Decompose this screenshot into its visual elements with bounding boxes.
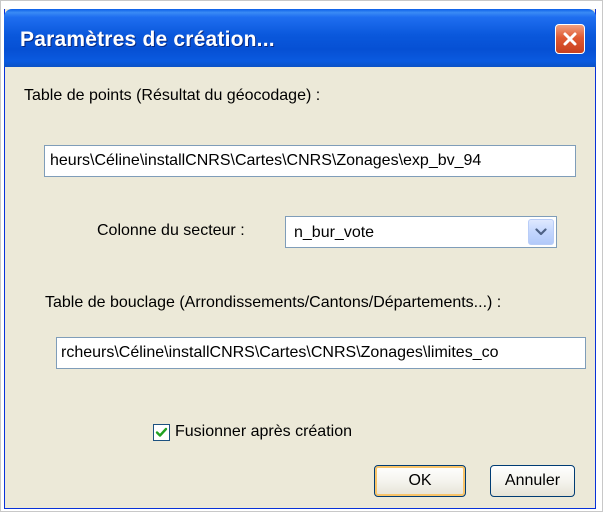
close-button[interactable] (555, 24, 585, 54)
sector-column-label: Colonne du secteur : (97, 222, 245, 239)
loop-table-value: rcheurs\Céline\installCNRS\Cartes\CNRS\Z… (61, 344, 499, 361)
sector-column-value: n_bur_vote (294, 224, 375, 241)
ok-button[interactable]: OK (374, 465, 466, 497)
points-table-label: Table de points (Résultat du géocodage) … (24, 87, 321, 104)
merge-checkbox-label[interactable]: Fusionner après création (175, 423, 352, 441)
title-bar[interactable]: Paramètres de création... (4, 9, 596, 67)
dialog-window: Paramètres de création... Table de point… (4, 9, 596, 509)
cancel-button[interactable]: Annuler (490, 465, 575, 497)
points-table-input[interactable]: heurs\Céline\installCNRS\Cartes\CNRS\Zon… (44, 145, 576, 177)
chevron-down-icon (535, 228, 547, 236)
dialog-title: Paramètres de création... (20, 28, 275, 51)
points-table-value: heurs\Céline\installCNRS\Cartes\CNRS\Zon… (50, 152, 482, 169)
merge-checkbox[interactable] (153, 424, 170, 441)
dropdown-button[interactable] (528, 219, 554, 245)
loop-table-input[interactable]: rcheurs\Céline\installCNRS\Cartes\CNRS\Z… (56, 337, 586, 369)
close-icon (563, 32, 577, 46)
loop-table-label: Table de bouclage (Arrondissements/Canto… (45, 294, 502, 311)
sector-column-select[interactable]: n_bur_vote (285, 216, 557, 248)
checkmark-icon (155, 427, 168, 437)
